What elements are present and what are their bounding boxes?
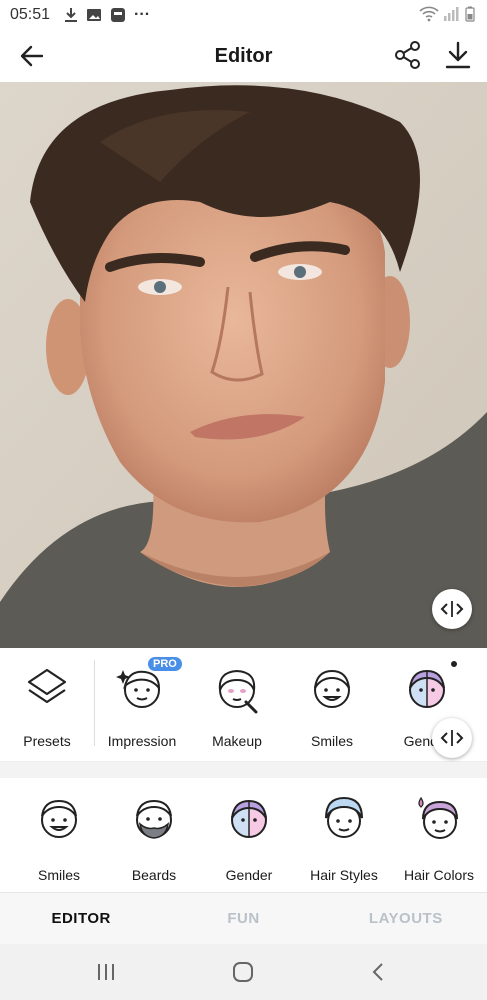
tab-layouts[interactable]: LAYOUTS xyxy=(325,910,487,927)
tool2-beards[interactable]: Beards xyxy=(107,792,201,883)
tool-label: Impression xyxy=(107,733,177,749)
tool-presets[interactable]: Presets xyxy=(0,662,94,749)
tool-label: Presets xyxy=(23,733,71,749)
hair-styles-icon xyxy=(325,796,363,838)
pro-badge: PRO xyxy=(148,657,182,671)
compare-button-secondary[interactable] xyxy=(432,718,472,758)
gender-icon xyxy=(231,799,267,838)
back-nav-icon[interactable] xyxy=(367,960,391,984)
home-icon[interactable] xyxy=(231,960,255,984)
compare-button[interactable] xyxy=(432,589,472,629)
presets-icon xyxy=(27,668,67,704)
section-divider xyxy=(0,762,487,778)
tool-makeup[interactable]: Makeup xyxy=(190,662,284,749)
hair-colors-icon xyxy=(418,796,458,839)
tool2-hair-styles[interactable]: Hair Styles xyxy=(297,792,391,883)
tool2-smiles[interactable]: Smiles xyxy=(12,792,106,883)
tool-label: Hair Colors xyxy=(403,867,474,883)
download-icon[interactable] xyxy=(443,40,473,70)
tool2-hair-colors[interactable]: Hair Colors xyxy=(392,792,486,883)
tool-label: Makeup xyxy=(212,733,262,749)
tool-label: Smiles xyxy=(310,733,353,749)
app-status-icon xyxy=(111,8,126,22)
more-status-icon: ··· xyxy=(134,6,151,23)
compare-icon xyxy=(440,730,464,746)
signal-icon xyxy=(444,7,459,21)
tool-smiles[interactable]: Smiles xyxy=(285,662,379,749)
share-icon[interactable] xyxy=(393,40,423,70)
portrait-image xyxy=(0,82,487,648)
smiles-icon xyxy=(41,799,77,838)
tool-label: Hair Styles xyxy=(310,867,378,883)
page-title: Editor xyxy=(214,44,273,67)
app-header: Editor xyxy=(0,30,487,82)
system-nav-bar xyxy=(0,944,487,1000)
tool-label: Smiles xyxy=(37,867,80,883)
tab-editor[interactable]: EDITOR xyxy=(0,910,162,927)
tools-row-primary: Presets Impression PRO Makeup Smiles Gen… xyxy=(0,648,487,762)
tools-row-secondary: Smiles Beards Gender Hair Styles Hair Co… xyxy=(0,778,487,892)
download-status-icon xyxy=(65,8,78,22)
smiles-icon xyxy=(314,669,350,708)
photo-canvas[interactable] xyxy=(0,82,487,648)
bottom-tabs: EDITOR FUN LAYOUTS xyxy=(0,892,487,944)
tool2-gender[interactable]: Gender xyxy=(202,792,296,883)
back-arrow-icon[interactable] xyxy=(18,42,46,70)
battery-icon xyxy=(465,6,475,22)
tool-impression[interactable]: Impression xyxy=(95,662,189,749)
tool-label: Gender xyxy=(225,867,273,883)
compare-icon xyxy=(440,601,464,617)
gender-icon xyxy=(409,669,445,708)
recent-apps-icon[interactable] xyxy=(94,960,118,984)
new-indicator-dot xyxy=(451,661,457,667)
beards-icon xyxy=(136,799,172,839)
tab-fun[interactable]: FUN xyxy=(162,910,324,927)
tool-label: Beards xyxy=(131,867,177,883)
image-status-icon xyxy=(87,9,102,21)
wifi-icon xyxy=(419,6,439,22)
makeup-icon xyxy=(218,669,258,714)
status-time: 05:51 xyxy=(10,6,51,23)
status-bar: 05:51 ··· xyxy=(0,0,487,30)
